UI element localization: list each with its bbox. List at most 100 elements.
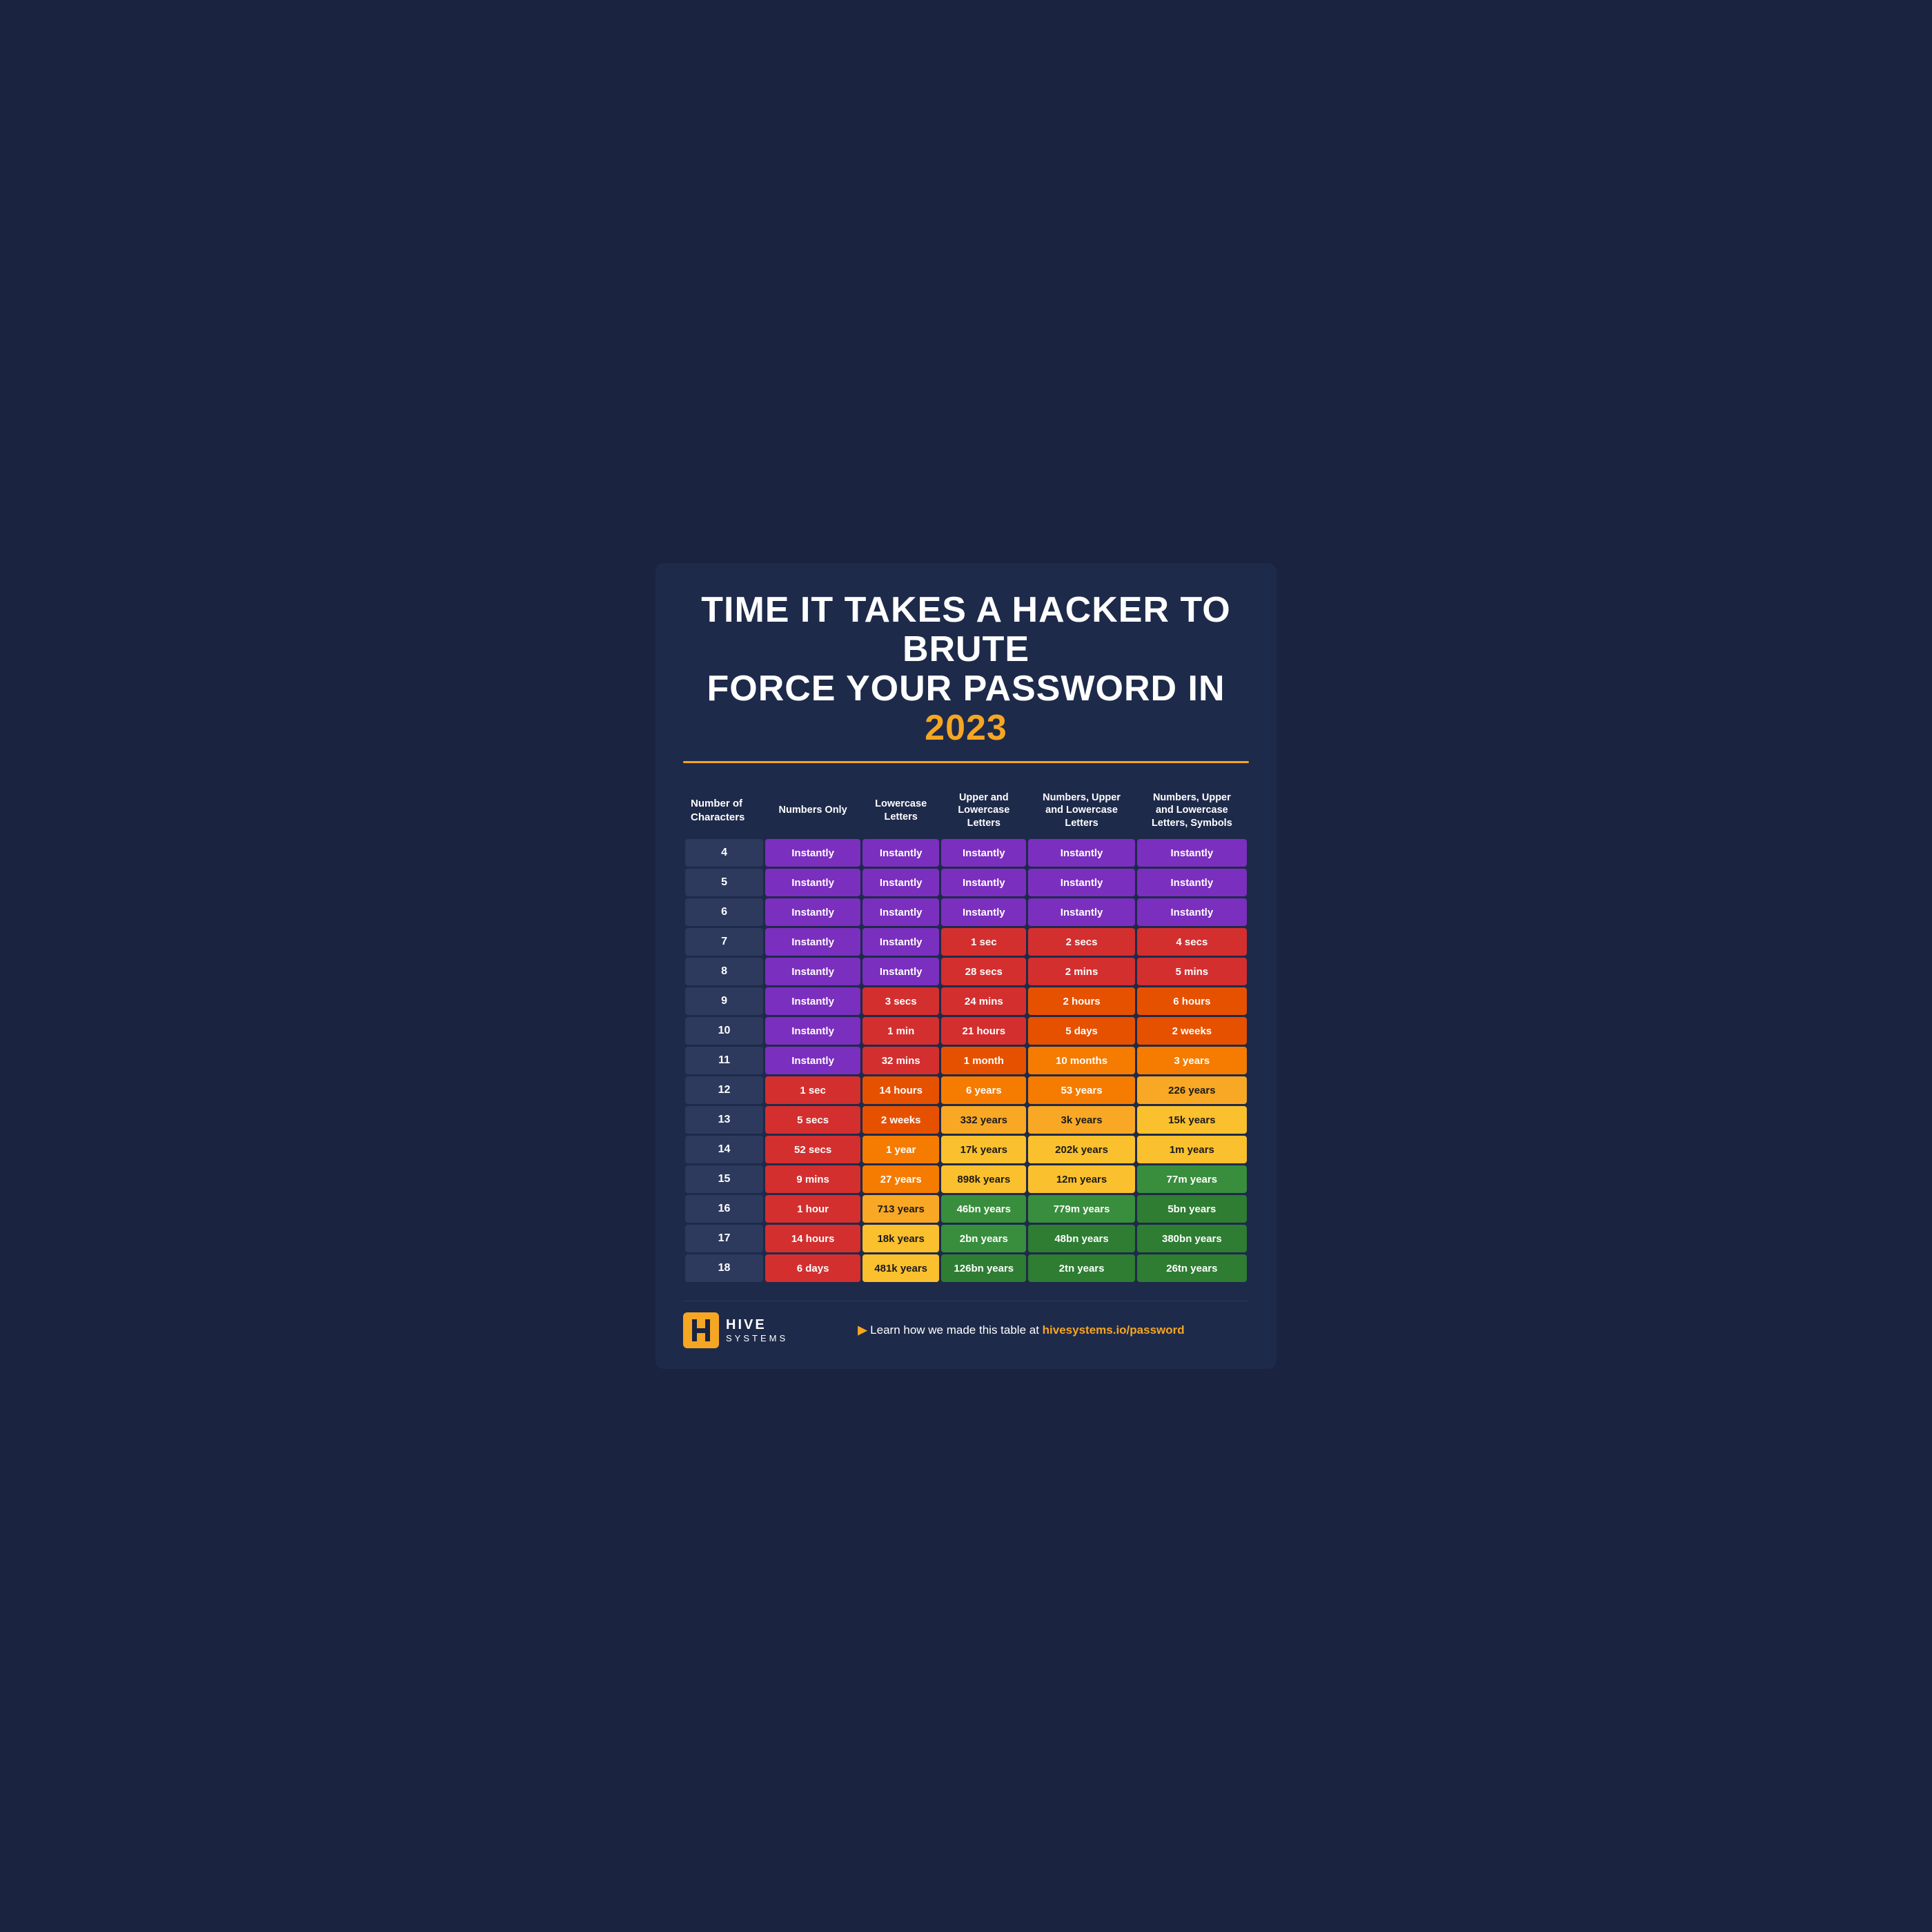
cell-lower: Instantly <box>862 928 939 956</box>
col-header-lowercase: LowercaseLetters <box>862 785 939 838</box>
cell-upperLower: 1 sec <box>941 928 1026 956</box>
cell-chars: 4 <box>685 839 763 867</box>
cell-upperLower: 46bn years <box>941 1195 1026 1223</box>
cell-upperLower: 1 month <box>941 1047 1026 1074</box>
col-header-num-upper-lower: Numbers, Upperand LowercaseLetters <box>1028 785 1134 838</box>
cell-chars: 13 <box>685 1106 763 1134</box>
divider <box>683 761 1249 763</box>
col-header-numbers-only: Numbers Only <box>765 785 860 838</box>
cell-numUpperLowerSym: 380bn years <box>1137 1225 1247 1252</box>
password-table: Number ofCharacters Numbers Only Lowerca… <box>683 782 1249 1285</box>
cell-upperLower: 24 mins <box>941 987 1026 1015</box>
cell-numOnly: 1 hour <box>765 1195 860 1223</box>
cell-lower: 1 year <box>862 1136 939 1163</box>
cell-lower: 27 years <box>862 1165 939 1193</box>
cell-numOnly: 5 secs <box>765 1106 860 1134</box>
cell-numUpperLowerSym: Instantly <box>1137 869 1247 896</box>
table-row: 5InstantlyInstantlyInstantlyInstantlyIns… <box>685 869 1247 896</box>
cell-numUpperLowerSym: 2 weeks <box>1137 1017 1247 1045</box>
cell-upperLower: Instantly <box>941 898 1026 926</box>
cell-numUpperLowerSym: 4 secs <box>1137 928 1247 956</box>
cell-numUpperLowerSym: Instantly <box>1137 839 1247 867</box>
cell-upperLower: 17k years <box>941 1136 1026 1163</box>
cell-numUpperLower: Instantly <box>1028 839 1134 867</box>
cell-lower: Instantly <box>862 898 939 926</box>
cell-numOnly: Instantly <box>765 1017 860 1045</box>
cell-upperLower: 2bn years <box>941 1225 1026 1252</box>
cell-numOnly: Instantly <box>765 958 860 985</box>
learn-text: Learn how we made this table at <box>870 1323 1042 1337</box>
cell-chars: 18 <box>685 1254 763 1282</box>
cell-lower: 2 weeks <box>862 1106 939 1134</box>
cell-lower: 1 min <box>862 1017 939 1045</box>
cell-upperLower: 6 years <box>941 1076 1026 1104</box>
cell-numOnly: 14 hours <box>765 1225 860 1252</box>
arrow-icon: ▶ <box>858 1323 867 1337</box>
cell-numOnly: Instantly <box>765 869 860 896</box>
cell-numUpperLowerSym: 6 hours <box>1137 987 1247 1015</box>
page-title: TIME IT TAKES A HACKER TO BRUTE FORCE YO… <box>683 591 1249 749</box>
cell-numUpperLower: 2tn years <box>1028 1254 1134 1282</box>
cell-chars: 9 <box>685 987 763 1015</box>
cell-lower: 713 years <box>862 1195 939 1223</box>
table-row: 135 secs2 weeks332 years3k years15k year… <box>685 1106 1247 1134</box>
cell-upperLower: 21 hours <box>941 1017 1026 1045</box>
cell-chars: 7 <box>685 928 763 956</box>
cell-numUpperLower: 779m years <box>1028 1195 1134 1223</box>
cell-numUpperLower: 12m years <box>1028 1165 1134 1193</box>
col-header-num-upper-lower-sym: Numbers, Upperand LowercaseLetters, Symb… <box>1137 785 1247 838</box>
cell-chars: 6 <box>685 898 763 926</box>
hive-logo-icon <box>683 1312 719 1348</box>
cell-lower: 14 hours <box>862 1076 939 1104</box>
cell-numUpperLower: 5 days <box>1028 1017 1134 1045</box>
cell-numUpperLower: 53 years <box>1028 1076 1134 1104</box>
footer-link[interactable]: hivesystems.io/password <box>1043 1323 1185 1337</box>
cell-upperLower: 28 secs <box>941 958 1026 985</box>
cell-numUpperLower: 10 months <box>1028 1047 1134 1074</box>
brand-sub: SYSTEMS <box>726 1333 788 1343</box>
table-row: 1714 hours18k years2bn years48bn years38… <box>685 1225 1247 1252</box>
footer: HIVE SYSTEMS ▶ Learn how we made this ta… <box>683 1301 1249 1348</box>
cell-numOnly: Instantly <box>765 839 860 867</box>
cell-numUpperLower: 202k years <box>1028 1136 1134 1163</box>
cell-numUpperLowerSym: 226 years <box>1137 1076 1247 1104</box>
cell-numUpperLowerSym: 77m years <box>1137 1165 1247 1193</box>
cell-numUpperLowerSym: 3 years <box>1137 1047 1247 1074</box>
cell-chars: 5 <box>685 869 763 896</box>
cell-upperLower: Instantly <box>941 869 1026 896</box>
table-row: 8InstantlyInstantly28 secs2 mins5 mins <box>685 958 1247 985</box>
cell-numOnly: 1 sec <box>765 1076 860 1104</box>
cell-chars: 14 <box>685 1136 763 1163</box>
cell-chars: 15 <box>685 1165 763 1193</box>
cell-lower: Instantly <box>862 869 939 896</box>
brand-name: HIVE <box>726 1317 788 1333</box>
cell-numUpperLowerSym: 1m years <box>1137 1136 1247 1163</box>
title-year: 2023 <box>925 708 1007 748</box>
cell-numUpperLower: 2 secs <box>1028 928 1134 956</box>
cell-numUpperLowerSym: 26tn years <box>1137 1254 1247 1282</box>
table-row: 9Instantly3 secs24 mins2 hours6 hours <box>685 987 1247 1015</box>
cell-numUpperLowerSym: Instantly <box>1137 898 1247 926</box>
cell-numUpperLower: Instantly <box>1028 869 1134 896</box>
cell-numUpperLowerSym: 5bn years <box>1137 1195 1247 1223</box>
table-row: 7InstantlyInstantly1 sec2 secs4 secs <box>685 928 1247 956</box>
cell-chars: 17 <box>685 1225 763 1252</box>
cell-lower: 481k years <box>862 1254 939 1282</box>
cell-upperLower: 126bn years <box>941 1254 1026 1282</box>
main-container: TIME IT TAKES A HACKER TO BRUTE FORCE YO… <box>656 563 1276 1369</box>
cell-chars: 16 <box>685 1195 763 1223</box>
logo-text: HIVE SYSTEMS <box>726 1317 788 1343</box>
logo: HIVE SYSTEMS <box>683 1312 793 1348</box>
table-row: 159 mins27 years898k years12m years77m y… <box>685 1165 1247 1193</box>
cell-numUpperLower: 2 mins <box>1028 958 1134 985</box>
cell-numOnly: 9 mins <box>765 1165 860 1193</box>
cell-numOnly: Instantly <box>765 1047 860 1074</box>
cell-lower: 32 mins <box>862 1047 939 1074</box>
table-row: 1452 secs1 year17k years202k years1m yea… <box>685 1136 1247 1163</box>
table-row: 10Instantly1 min21 hours5 days2 weeks <box>685 1017 1247 1045</box>
cell-upperLower: Instantly <box>941 839 1026 867</box>
table-row: 6InstantlyInstantlyInstantlyInstantlyIns… <box>685 898 1247 926</box>
cell-numOnly: 52 secs <box>765 1136 860 1163</box>
cell-chars: 10 <box>685 1017 763 1045</box>
cell-upperLower: 332 years <box>941 1106 1026 1134</box>
